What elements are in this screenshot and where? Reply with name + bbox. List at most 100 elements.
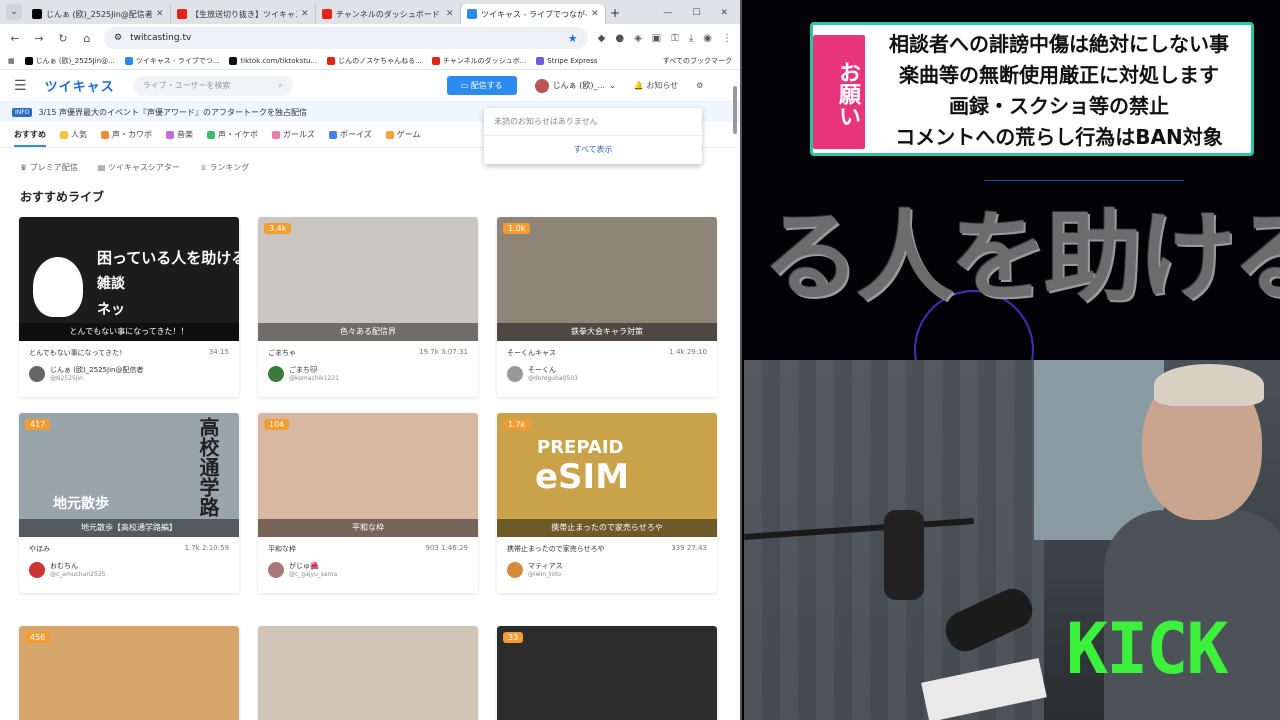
- subnav-item[interactable]: ♕ ランキング: [200, 162, 249, 173]
- bookmark-item[interactable]: じんぁ (欧)_2525Jin@...: [24, 56, 115, 66]
- live-thumbnail[interactable]: [258, 626, 478, 720]
- maximize-icon[interactable]: ☐: [692, 8, 700, 18]
- category-label: 人気: [71, 130, 87, 139]
- live-thumbnail[interactable]: 104 平和な枠: [258, 413, 478, 537]
- live-thumbnail[interactable]: 困っている人を助ける 雑談 ネッ とんでもない事になってきた！！: [19, 217, 239, 341]
- browser-tab[interactable]: じんぁ (欧)_2525Jin@配信者 (@J ✕: [26, 4, 171, 24]
- category-tab[interactable]: ゲーム: [385, 129, 421, 140]
- category-label: ガールズ: [283, 130, 315, 139]
- viewer-count-badge: 104: [264, 419, 290, 430]
- bookmark-item[interactable]: Stripe Express: [536, 56, 598, 66]
- category-icon: [329, 130, 337, 139]
- live-thumbnail[interactable]: 456: [19, 626, 239, 720]
- extension-icon[interactable]: ◆: [598, 33, 606, 44]
- card-owner[interactable]: おむちん @c_amuchan2525: [19, 557, 239, 582]
- browser-tab[interactable]: 【生放送切り抜き】ツイキャス2026年 ✕: [171, 4, 316, 24]
- go-live-button[interactable]: ▭ 配信する: [446, 76, 517, 95]
- live-card[interactable]: 困っている人を助ける 雑談 ネッ とんでもない事になってきた！！ とんでもない事になって…: [19, 217, 239, 397]
- category-tab[interactable]: おすすめ: [14, 129, 46, 147]
- hamburger-menu-icon[interactable]: ☰: [14, 78, 27, 94]
- subnav-item[interactable]: ♛ プレミア配信: [20, 162, 78, 173]
- card-title[interactable]: ごまちゃ: [268, 348, 296, 358]
- search-icon[interactable]: ⌕: [278, 81, 282, 91]
- live-thumbnail[interactable]: 1.0k 鉄拳大会キャラ対策: [497, 217, 717, 341]
- card-title[interactable]: やほみ: [29, 544, 50, 554]
- category-tab[interactable]: 声・カワボ: [101, 129, 152, 140]
- live-card[interactable]: PREPAID eSIM 1.7k 携帯止まったので家売らせろや携帯止まったので家売ら…: [497, 413, 717, 593]
- menu-dots-icon[interactable]: ⋮: [722, 33, 732, 44]
- live-thumbnail[interactable]: PREPAID eSIM 1.7k 携帯止まったので家売らせろや: [497, 413, 717, 537]
- reload-icon[interactable]: ↻: [56, 32, 70, 45]
- bookmark-item[interactable]: チャンネルのダッシュボ...: [431, 56, 526, 66]
- card-title[interactable]: とんでもない事になってきた！: [29, 348, 126, 358]
- owner-text: マティアス @iwin_toto: [528, 561, 563, 578]
- category-tab[interactable]: ボーイズ: [329, 129, 372, 140]
- extension-icon[interactable]: ●: [615, 33, 624, 44]
- close-window-icon[interactable]: ✕: [720, 8, 728, 18]
- bookmark-item[interactable]: ツイキャス - ライブでつ...: [124, 56, 219, 66]
- minimize-icon[interactable]: —: [663, 8, 672, 18]
- site-search-input[interactable]: ライブ・ユーザーを検索 ⌕: [132, 75, 293, 96]
- live-thumbnail[interactable]: 33: [497, 626, 717, 720]
- category-tab[interactable]: 音楽: [166, 129, 193, 140]
- card-owner[interactable]: そーくん @doroguba0503: [497, 361, 717, 386]
- card-owner[interactable]: マティアス @iwin_toto: [497, 557, 717, 582]
- page-scrollbar[interactable]: [733, 82, 739, 712]
- download-icon[interactable]: ⤓: [689, 33, 693, 44]
- live-card[interactable]: 104 平和な枠 平和な枠 903 1:46:29 がじゅ🌺 @c_gajyu_sama: [258, 413, 478, 593]
- card-owner[interactable]: じんぁ (欧)_2525Jin@配信者 @N2525jin: [19, 361, 239, 386]
- profile-icon[interactable]: ◉: [703, 33, 712, 44]
- live-card[interactable]: 1.0k 鉄拳大会キャラ対策 そーくんキャス 1.4k 29:10 そーくん @dorog…: [497, 217, 717, 397]
- all-bookmarks[interactable]: すべてのブックマーク: [663, 56, 732, 66]
- browser-tab[interactable]: ツイキャス - ライブでつながるコミュニ ✕: [461, 4, 606, 24]
- address-bar[interactable]: ⚙ twitcasting.tv ★: [104, 27, 588, 49]
- key-icon[interactable]: ⚿: [671, 33, 679, 44]
- live-card[interactable]: 3.4k 色々ある配信界 ごまちゃ 19.7k 3:07:31 ごまち🐱 @komachi…: [258, 217, 478, 397]
- card-owner[interactable]: ごまち🐱 @komachik1221: [258, 361, 478, 386]
- card-title[interactable]: 平和な枠: [268, 544, 296, 554]
- site-info-icon[interactable]: ⚙: [114, 33, 122, 43]
- live-card[interactable]: 高校通学路 地元散歩 417 地元散歩【高校通学路編】 やほみ 1.7k 2:10:59 お…: [19, 413, 239, 593]
- browser-tab[interactable]: チャンネルのダッシュボード - YouTube ✕: [316, 4, 461, 24]
- apps-grid-icon[interactable]: ▦: [8, 57, 15, 65]
- subnav-item[interactable]: ▤ ツイキャスシアター: [98, 162, 180, 173]
- category-tab[interactable]: 声・イケボ: [207, 129, 258, 140]
- category-tab[interactable]: ガールズ: [272, 129, 315, 140]
- back-icon[interactable]: ←: [8, 32, 22, 45]
- owner-name: そーくん: [528, 366, 556, 374]
- thumb-vertical-text: 高校通学路: [196, 417, 220, 517]
- owner-name: じんぁ (欧)_2525Jin@配信者: [50, 366, 144, 374]
- bookmark-star-icon[interactable]: ★: [568, 32, 578, 45]
- settings-icon[interactable]: ⚙: [696, 81, 703, 90]
- category-tab[interactable]: 人気: [60, 129, 87, 140]
- tab-close-icon[interactable]: ✕: [446, 9, 454, 19]
- live-grid-next-row: 456 33: [19, 626, 717, 720]
- bookmark-item[interactable]: じんのノスケちゃんねる...: [327, 56, 422, 66]
- notif-empty-text: 未読のお知らせはありません: [484, 108, 702, 136]
- live-card[interactable]: 456: [19, 626, 239, 720]
- site-logo[interactable]: ツイキャス: [45, 76, 115, 95]
- bookmark-item[interactable]: tiktok.com/tiktokstu...: [229, 56, 317, 66]
- forward-icon[interactable]: →: [32, 32, 46, 45]
- extension-icon[interactable]: ◈: [634, 33, 642, 44]
- new-tab-button[interactable]: +: [606, 6, 624, 20]
- tab-search-icon[interactable]: ⌄: [6, 4, 22, 20]
- card-meta: とんでもない事になってきた！ 34:15: [19, 341, 239, 361]
- home-icon[interactable]: ⌂: [80, 32, 94, 45]
- live-card[interactable]: 33: [497, 626, 717, 720]
- live-card[interactable]: [258, 626, 478, 720]
- tab-close-icon[interactable]: ✕: [591, 9, 599, 19]
- user-menu[interactable]: じんぁ (欧)_... ⌄: [534, 78, 616, 93]
- scrollbar-thumb[interactable]: [733, 86, 737, 134]
- notifications-link[interactable]: 🔔 お知らせ: [634, 80, 678, 91]
- card-title[interactable]: 携帯止まったので家売らせろや: [507, 544, 605, 554]
- card-title[interactable]: そーくんキャス: [507, 348, 556, 358]
- live-thumbnail[interactable]: 高校通学路 地元散歩 417 地元散歩【高校通学路編】: [19, 413, 239, 537]
- tab-close-icon[interactable]: ✕: [156, 9, 164, 19]
- tab-close-icon[interactable]: ✕: [301, 9, 309, 19]
- puzzle-icon[interactable]: ▣: [652, 33, 661, 44]
- notif-show-all-link[interactable]: すべて表示: [484, 136, 702, 155]
- live-thumbnail[interactable]: 3.4k 色々ある配信界: [258, 217, 478, 341]
- tab-favicon-icon: [32, 9, 42, 19]
- card-owner[interactable]: がじゅ🌺 @c_gajyu_sama: [258, 557, 478, 582]
